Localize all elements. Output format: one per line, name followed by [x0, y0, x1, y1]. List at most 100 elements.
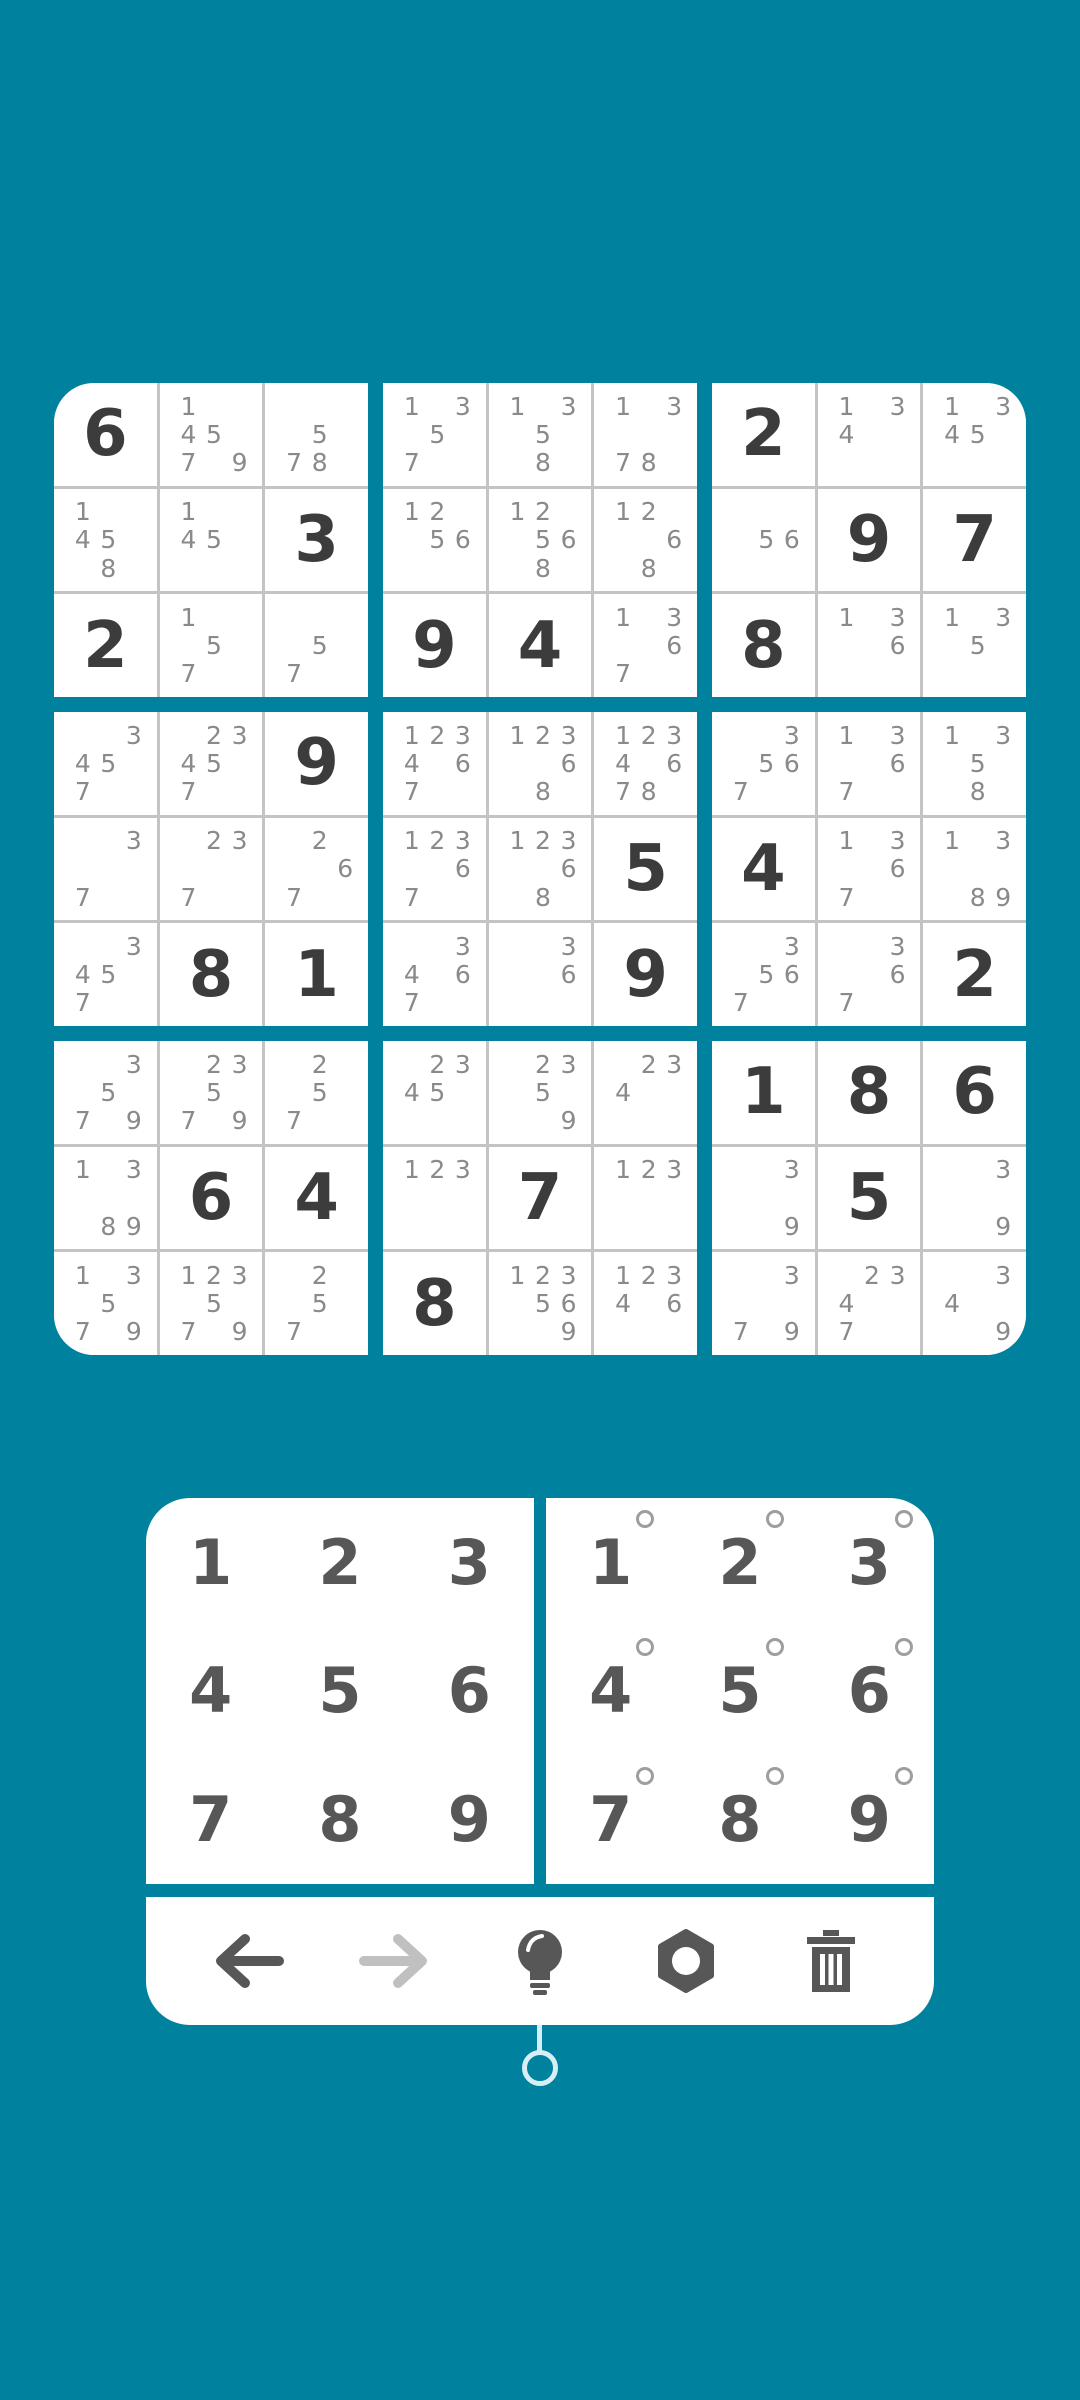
sudoku-cell[interactable]: 257 — [265, 1041, 368, 1144]
sudoku-cell[interactable]: 7 — [923, 488, 1026, 592]
note-key-6[interactable]: 6 — [805, 1627, 934, 1756]
sudoku-cell[interactable]: 4 — [488, 594, 592, 697]
sudoku-cell[interactable]: 1 36 7 — [594, 594, 697, 697]
note-key-4[interactable]: 4 — [546, 1627, 675, 1756]
sudoku-cell[interactable]: 5 — [817, 1146, 921, 1250]
note-key-1[interactable]: 1 — [546, 1498, 675, 1627]
sudoku-cell[interactable]: 9 — [383, 594, 486, 697]
sudoku-cell[interactable]: 2 — [712, 383, 815, 486]
sudoku-cell[interactable]: 123569 — [488, 1252, 592, 1355]
digit-key-6[interactable]: 6 — [405, 1627, 534, 1756]
sudoku-cell[interactable]: 1 358 — [488, 383, 592, 486]
sudoku-cell[interactable]: 123 4 6 — [594, 1252, 697, 1355]
sudoku-cell[interactable]: 123 — [594, 1146, 697, 1250]
sudoku-cell[interactable]: 1 3 78 — [594, 383, 697, 486]
sudoku-cell[interactable]: 1 358 — [923, 712, 1026, 815]
note-key-9[interactable]: 9 — [805, 1755, 934, 1884]
sudoku-cell[interactable]: 357 9 — [54, 1041, 157, 1144]
sudoku-cell[interactable]: 5 — [594, 817, 697, 921]
sudoku-cell[interactable]: 12368 — [488, 817, 592, 921]
sudoku-cell[interactable]: 1 389 — [54, 1146, 157, 1250]
drag-handle[interactable] — [522, 2050, 558, 2086]
sudoku-cell[interactable]: 3 457 — [54, 923, 157, 1026]
sudoku-cell[interactable]: 157 — [159, 594, 263, 697]
sudoku-cell[interactable]: 4 — [265, 1146, 368, 1250]
sudoku-cell[interactable]: 23 4 — [594, 1041, 697, 1144]
digit-key-5[interactable]: 5 — [275, 1627, 404, 1756]
sudoku-cell[interactable]: 12368 — [488, 712, 592, 815]
sudoku-cell[interactable]: 12357 9 — [159, 1252, 263, 1355]
sudoku-cell[interactable]: 1 36 — [817, 594, 921, 697]
sudoku-cell[interactable]: 39 — [712, 1146, 815, 1250]
sudoku-cell[interactable]: 23 457 — [159, 712, 263, 815]
sudoku-cell[interactable]: 1 389 — [923, 817, 1026, 921]
sudoku-cell[interactable]: 356 7 — [712, 712, 815, 815]
digit-key-8[interactable]: 8 — [275, 1755, 404, 1884]
sudoku-cell[interactable]: 1236 7 — [383, 817, 486, 921]
digit-key-1[interactable]: 1 — [146, 1498, 275, 1627]
sudoku-cell[interactable]: 1 — [265, 923, 368, 1026]
sudoku-cell[interactable]: 3 4 9 — [923, 1252, 1026, 1355]
sudoku-cell[interactable]: 23 47 — [817, 1252, 921, 1355]
sudoku-cell[interactable]: 9 — [265, 712, 368, 815]
sudoku-cell[interactable]: 1 36 7 — [817, 712, 921, 815]
hint-button[interactable] — [500, 1921, 580, 2001]
sudoku-cell[interactable]: 3 — [265, 488, 368, 592]
sudoku-cell[interactable]: 3 4 6 7 — [383, 923, 486, 1026]
sudoku-cell[interactable]: 1457 9 — [159, 383, 263, 486]
delete-button[interactable] — [791, 1921, 871, 2001]
sudoku-cell[interactable]: 37 — [54, 817, 157, 921]
sudoku-cell[interactable]: 1 3 45 — [923, 383, 1026, 486]
sudoku-cell[interactable]: 3 457 — [54, 712, 157, 815]
sudoku-cell[interactable]: 1256 — [383, 488, 486, 592]
sudoku-cell[interactable]: 1 357 — [383, 383, 486, 486]
sudoku-cell[interactable]: 6 — [54, 383, 157, 486]
sudoku-cell[interactable]: 2357 9 — [159, 1041, 263, 1144]
sudoku-cell[interactable]: 26 7 — [265, 817, 368, 921]
note-key-7[interactable]: 7 — [546, 1755, 675, 1884]
sudoku-cell[interactable]: 36 — [488, 923, 592, 1026]
settings-button[interactable] — [646, 1921, 726, 2001]
note-key-2[interactable]: 2 — [675, 1498, 804, 1627]
sudoku-cell[interactable]: 6 — [923, 1041, 1026, 1144]
sudoku-cell[interactable]: 2 — [54, 594, 157, 697]
sudoku-cell[interactable]: 1 35 — [923, 594, 1026, 697]
sudoku-cell[interactable]: 8 — [712, 594, 815, 697]
redo-button[interactable] — [354, 1921, 434, 2001]
sudoku-cell[interactable]: 39 — [923, 1146, 1026, 1250]
sudoku-cell[interactable]: 2 — [923, 923, 1026, 1026]
sudoku-cell[interactable]: 1268 — [594, 488, 697, 592]
sudoku-cell[interactable]: 23 45 — [383, 1041, 486, 1144]
digit-key-4[interactable]: 4 — [146, 1627, 275, 1756]
sudoku-cell[interactable]: 3 7 9 — [712, 1252, 815, 1355]
digit-key-7[interactable]: 7 — [146, 1755, 275, 1884]
sudoku-cell[interactable]: 578 — [265, 383, 368, 486]
digit-key-2[interactable]: 2 — [275, 1498, 404, 1627]
sudoku-cell[interactable]: 12568 — [488, 488, 592, 592]
sudoku-cell[interactable]: 1 3 4 — [817, 383, 921, 486]
sudoku-cell[interactable]: 8 — [159, 923, 263, 1026]
sudoku-cell[interactable]: 4 — [712, 817, 815, 921]
digit-key-3[interactable]: 3 — [405, 1498, 534, 1627]
sudoku-cell[interactable]: 145 — [159, 488, 263, 592]
sudoku-cell[interactable]: 356 7 — [712, 923, 815, 1026]
digit-key-9[interactable]: 9 — [405, 1755, 534, 1884]
sudoku-cell[interactable]: 6 — [159, 1146, 263, 1250]
sudoku-cell[interactable]: 23 7 — [159, 817, 263, 921]
sudoku-cell[interactable]: 123 4 6 7 — [383, 712, 486, 815]
sudoku-cell[interactable]: 8 — [383, 1252, 486, 1355]
sudoku-cell[interactable]: 36 7 — [817, 923, 921, 1026]
sudoku-cell[interactable]: 1 357 9 — [54, 1252, 157, 1355]
undo-button[interactable] — [209, 1921, 289, 2001]
note-key-5[interactable]: 5 — [675, 1627, 804, 1756]
sudoku-cell[interactable]: 7 — [488, 1146, 592, 1250]
sudoku-cell[interactable]: 9 — [817, 488, 921, 592]
sudoku-cell[interactable]: 1458 — [54, 488, 157, 592]
sudoku-cell[interactable]: 9 — [594, 923, 697, 1026]
sudoku-cell[interactable]: 1 36 7 — [817, 817, 921, 921]
sudoku-cell[interactable]: 8 — [817, 1041, 921, 1144]
sudoku-cell[interactable]: 123 4 6 78 — [594, 712, 697, 815]
note-key-3[interactable]: 3 — [805, 1498, 934, 1627]
sudoku-cell[interactable]: 56 — [712, 488, 815, 592]
sudoku-cell[interactable]: 257 — [265, 1252, 368, 1355]
